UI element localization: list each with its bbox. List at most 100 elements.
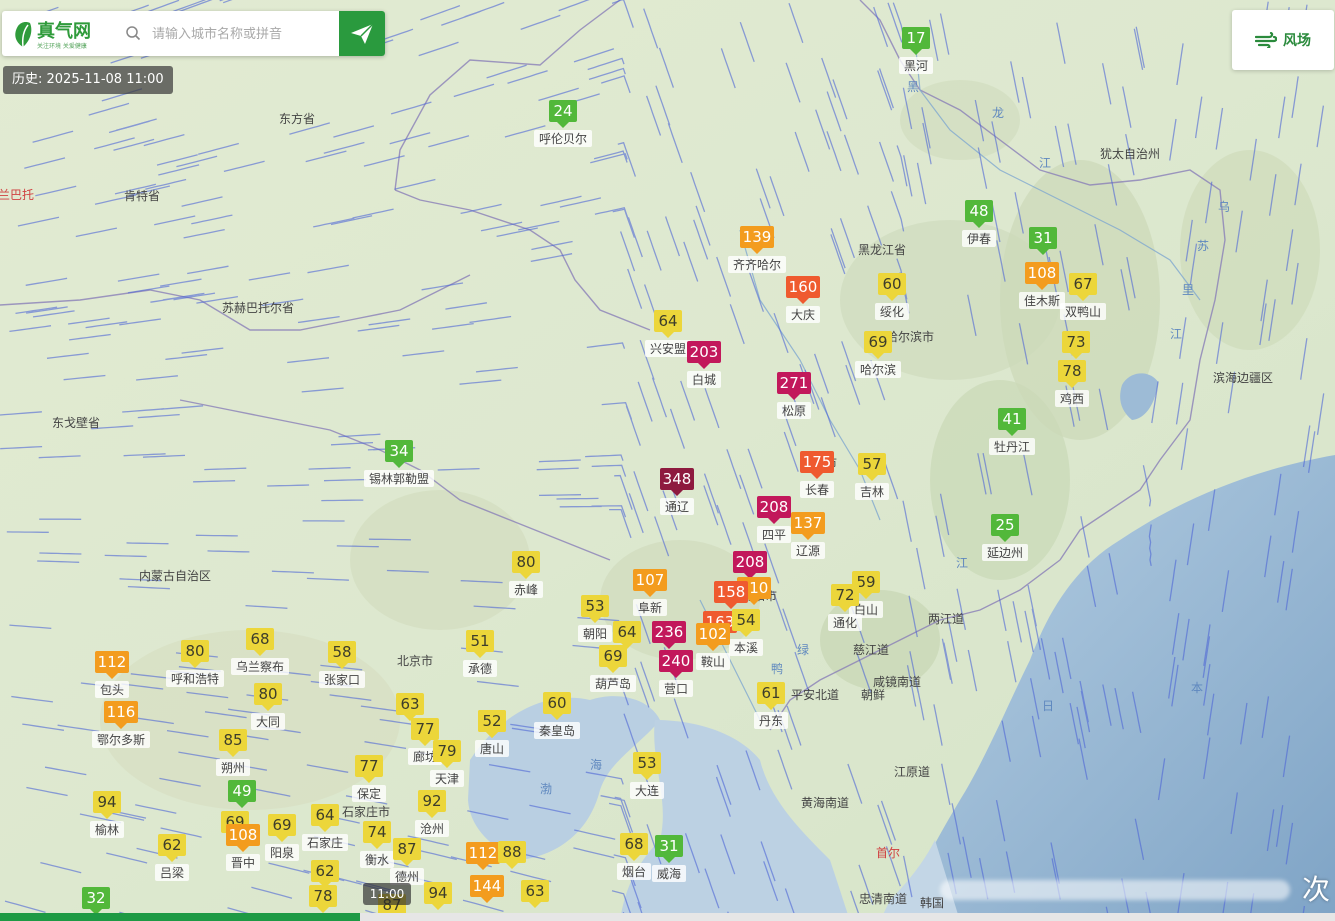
aqi-value: 49	[232, 782, 251, 800]
city-search-input[interactable]	[150, 20, 340, 48]
aqi-value: 58	[332, 643, 351, 661]
city-label: 黑河	[904, 59, 928, 73]
city-label: 兴安盟	[650, 341, 686, 356]
aqi-value: 64	[617, 623, 636, 641]
city-label: 鄂尔多斯	[97, 732, 145, 747]
terrain-patch	[350, 490, 530, 630]
wind-button-label: 风场	[1283, 33, 1311, 49]
aqi-value: 175	[803, 453, 832, 471]
aqi-value: 158	[717, 583, 746, 601]
city-label: 双鸭山	[1065, 305, 1101, 319]
aqi-value: 53	[637, 754, 656, 772]
aqi-value: 160	[789, 278, 818, 296]
aqi-value: 271	[780, 374, 809, 392]
city-label: 大庆	[791, 308, 815, 322]
aqi-value: 112	[469, 844, 498, 862]
region-label: 苏赫巴托尔省	[222, 300, 294, 315]
aqi-value: 62	[162, 836, 181, 854]
wind-streamline	[556, 497, 599, 500]
paper-plane-icon	[351, 22, 374, 44]
city-label: 朔州	[221, 760, 245, 775]
city-label: 天津	[435, 772, 459, 786]
region-label: 日	[1042, 699, 1054, 713]
city-label: 阳泉	[270, 846, 294, 860]
region-label: 哈尔滨市	[886, 329, 934, 344]
wind-streamline	[321, 499, 364, 502]
city-label: 吕梁	[160, 865, 184, 880]
aqi-value: 77	[359, 757, 378, 775]
aqi-value: 63	[525, 882, 544, 900]
aqi-value: 79	[437, 742, 456, 760]
region-label: 江原道	[894, 765, 930, 779]
city-label: 承德	[468, 661, 492, 676]
aqi-value: 78	[313, 887, 332, 905]
aqi-value: 34	[389, 442, 408, 460]
city-label: 绥化	[880, 305, 904, 319]
region-label: 黑龙江省	[858, 243, 906, 257]
region-label: 北京市	[397, 653, 433, 668]
aqi-value: 94	[428, 884, 447, 902]
region-label: 海	[590, 757, 602, 772]
wind-field-button[interactable]: 风场	[1232, 10, 1334, 70]
aqi-value: 68	[624, 835, 643, 853]
wind-icon	[1255, 32, 1277, 48]
city-label: 张家口	[324, 672, 360, 687]
aqi-value: 107	[636, 571, 665, 589]
leaf-icon	[15, 22, 32, 48]
wind-streamline	[126, 542, 169, 545]
aqi-value: 67	[1073, 275, 1092, 293]
region-label: 石家庄市	[342, 804, 390, 819]
region-label: 绿	[797, 642, 809, 657]
city-label: 德州	[395, 869, 419, 884]
aqi-value: 59	[856, 573, 875, 591]
search-icon	[126, 26, 141, 41]
city-label: 鞍山	[701, 654, 725, 669]
city-label: 威海	[657, 866, 681, 881]
corner-glyph: 次	[1302, 873, 1331, 906]
city-label: 唐山	[480, 741, 504, 756]
aqi-value: 25	[995, 516, 1014, 534]
city-label: 大同	[256, 715, 280, 729]
city-label: 齐齐哈尔	[733, 257, 781, 272]
aqi-value: 77	[415, 720, 434, 738]
region-label: 渤	[540, 782, 552, 796]
aqi-value: 112	[98, 653, 127, 671]
aqi-value: 31	[659, 837, 678, 855]
region-label: 内蒙古自治区	[139, 568, 211, 583]
region-label: 鸭	[771, 662, 783, 676]
search-submit-button[interactable]	[339, 11, 385, 56]
aqi-value: 236	[655, 623, 684, 641]
city-label: 吉林	[860, 485, 884, 499]
region-label: 苏	[1197, 239, 1209, 253]
map-canvas[interactable]: 东方省肯特省苏赫巴托尔省东戈壁省内蒙古自治区 黑龙江省 犹太自治州滨海边疆区两江道慈…	[0, 0, 1335, 921]
aqi-value: 17	[906, 29, 925, 47]
wind-streamline	[368, 538, 411, 541]
region-label: 里	[1182, 283, 1194, 297]
city-label: 营口	[664, 682, 688, 696]
region-label: 两江道	[928, 612, 964, 626]
aqi-value: 87	[397, 840, 416, 858]
aqi-value: 102	[699, 625, 728, 643]
city-label: 呼伦贝尔	[539, 131, 587, 146]
aqi-value: 69	[272, 816, 291, 834]
aqi-value: 57	[862, 455, 881, 473]
search-box: 真气网 关注环境 关爱健康	[2, 11, 385, 56]
aqi-value: 208	[736, 553, 765, 571]
city-label: 赤峰	[514, 583, 538, 597]
city-label: 秦皇岛	[539, 723, 575, 738]
timeline-bar[interactable]	[0, 913, 1335, 921]
city-label: 通辽	[665, 500, 689, 514]
region-label: 东戈壁省	[52, 415, 100, 430]
aqi-value: 69	[868, 333, 887, 351]
history-time-label: 历史: 2025-11-08 11:00	[3, 66, 173, 94]
blurred-overlay	[940, 880, 1290, 900]
region-label: 江	[1170, 327, 1182, 341]
aqi-value: 51	[470, 632, 489, 650]
timeline-current-time: 11:00	[363, 883, 411, 905]
region-label: 龙	[992, 106, 1004, 120]
aqi-value: 80	[185, 642, 204, 660]
region-label: 忠清南道	[859, 891, 907, 906]
aqi-value: 80	[258, 685, 277, 703]
aqi-value: 116	[107, 703, 136, 721]
city-label: 锡林郭勒盟	[369, 471, 429, 486]
